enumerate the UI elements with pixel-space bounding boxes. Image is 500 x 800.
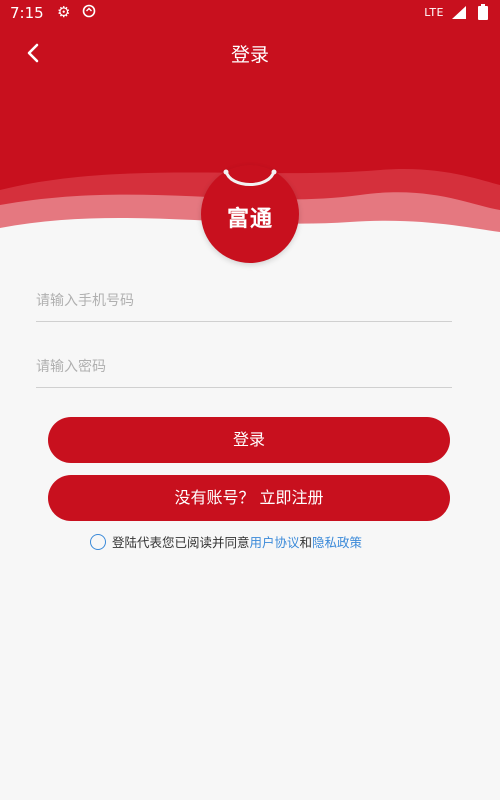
network-type: LTE xyxy=(424,6,444,19)
privacy-policy-link[interactable]: 隐私政策 xyxy=(312,535,362,550)
status-time: 7:15 xyxy=(10,4,44,22)
agreement-row: 登陆代表您已阅读并同意用户协议和隐私政策 xyxy=(90,532,362,552)
logo-text: 富通 xyxy=(226,207,273,232)
user-agreement-link[interactable]: 用户协议 xyxy=(250,535,300,550)
battery-icon xyxy=(478,4,488,20)
sync-icon xyxy=(82,4,96,18)
gear-icon: ⚙ xyxy=(57,3,71,21)
phone-input[interactable] xyxy=(36,281,452,321)
signal-icon xyxy=(452,6,466,19)
password-input[interactable] xyxy=(36,347,452,387)
register-button[interactable]: 没有账号？ 立即注册 xyxy=(48,475,450,521)
login-button[interactable]: 登录 xyxy=(48,417,450,463)
agree-checkbox[interactable] xyxy=(90,533,106,550)
login-screen: 7:15 ⚙ LTE 登录 富通 登录 没有账号 xyxy=(0,0,500,800)
agreement-and: 和 xyxy=(299,535,313,550)
status-bar: 7:15 ⚙ LTE xyxy=(0,0,500,26)
password-field xyxy=(36,347,452,388)
phone-field xyxy=(36,281,452,322)
app-logo: 富通 xyxy=(201,165,299,263)
page-title: 登录 xyxy=(230,44,269,66)
agreement-prefix: 登陆代表您已阅读并同意 xyxy=(112,535,250,550)
bag-handle-icon xyxy=(223,169,277,186)
